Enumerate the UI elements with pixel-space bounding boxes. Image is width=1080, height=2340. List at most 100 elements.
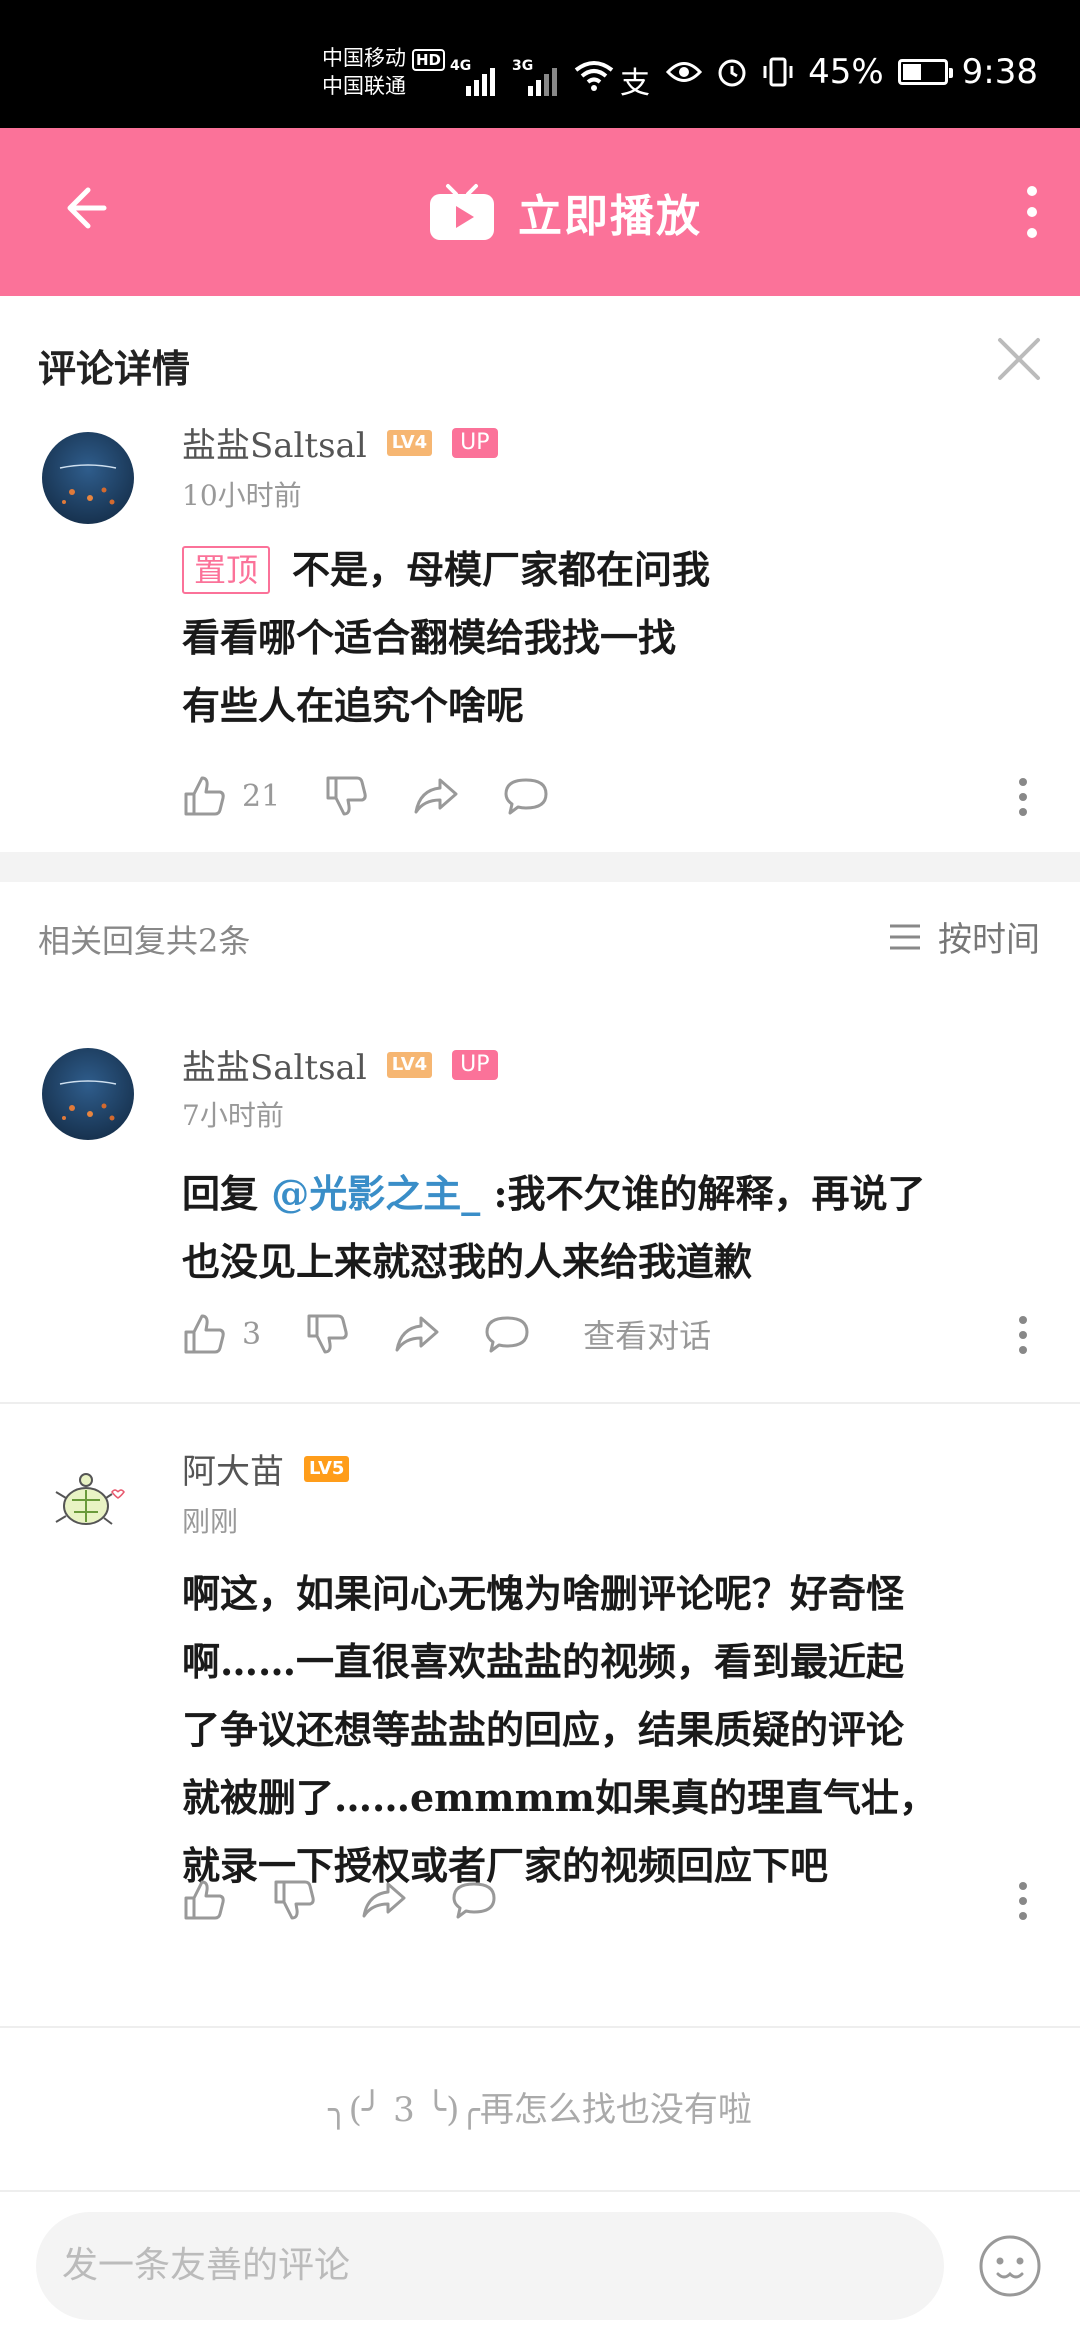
sort-label: 按时间 bbox=[938, 920, 1040, 960]
thumbs-up-icon bbox=[184, 776, 225, 816]
mention-link[interactable]: @光影之主_ bbox=[271, 1171, 480, 1216]
username-row: 盐盐Saltsal LV4 UP bbox=[182, 418, 498, 467]
more-options-icon[interactable] bbox=[1026, 186, 1038, 238]
reply-line: 啊……一直很喜欢盐盐的视频，看到最近起 bbox=[182, 1639, 905, 1684]
reply-item: 盐盐Saltsal LV4 UP 7小时前 回复 @光影之主_ :我不欠谁的解释… bbox=[0, 1040, 1080, 1400]
hd-badge: HD bbox=[412, 49, 446, 71]
comment-line: 置顶 不是，母模厂家都在问我 bbox=[182, 536, 1042, 604]
replies-count: 相关回复共2条 bbox=[38, 922, 251, 960]
comment-line: 有些人在追究个啥呢 bbox=[182, 683, 525, 728]
level-badge: LV4 bbox=[386, 429, 433, 456]
up-badge: UP bbox=[452, 1049, 498, 1080]
thumbs-down-icon bbox=[307, 1314, 348, 1354]
like-button[interactable] bbox=[180, 1872, 228, 1928]
share-arrow-icon bbox=[362, 1882, 406, 1918]
thumbs-down-icon bbox=[274, 1880, 315, 1920]
thumbs-down-icon bbox=[326, 776, 367, 816]
alipay-icon: 支 bbox=[620, 66, 650, 101]
comment-body: 置顶 不是，母模厂家都在问我 看看哪个适合翻模给我找一找 有些人在追究个啥呢 bbox=[182, 536, 1042, 740]
avatar[interactable] bbox=[42, 1460, 134, 1552]
battery-percent: 45% bbox=[808, 52, 884, 92]
share-arrow-icon bbox=[414, 778, 458, 814]
reply-prefix: 回复 bbox=[182, 1171, 272, 1216]
reply-divider bbox=[0, 2026, 1080, 2028]
reply-button[interactable] bbox=[450, 1872, 498, 1928]
carrier-names: 中国移动 中国联通 bbox=[322, 44, 406, 100]
end-of-list-tip: ╮(╯ 3 ╰)╭再怎么找也没有啦 bbox=[328, 2090, 752, 2130]
dislike-button[interactable] bbox=[270, 1872, 318, 1928]
reply-line: 也没见上来就怼我的人来给我道歉 bbox=[182, 1239, 753, 1284]
username[interactable]: 盐盐Saltsal bbox=[182, 418, 367, 467]
vibrate-icon bbox=[763, 57, 793, 87]
share-button[interactable] bbox=[412, 768, 460, 824]
status-bar: 中国移动 中国联通 HD 4G 3G 支 45% 9:38 bbox=[0, 0, 1080, 128]
chat-bubble-icon bbox=[504, 778, 548, 815]
username-row: 阿大苗 LV5 bbox=[182, 1444, 350, 1493]
comment-input[interactable]: 发一条友善的评论 bbox=[36, 2212, 944, 2320]
comment-actions: 21 bbox=[180, 768, 592, 824]
chat-bubble-icon bbox=[485, 1316, 529, 1353]
reply-more-icon[interactable] bbox=[1018, 1882, 1028, 1922]
reply-line: 就被删了……emmmm如果真的理直气壮， bbox=[182, 1775, 938, 1820]
reply-line: 了争议还想等盐盐的回应，结果质疑的评论 bbox=[182, 1707, 905, 1752]
reply-line: 啊这，如果问心无愧为啥删评论呢？好奇怪 bbox=[182, 1571, 905, 1616]
level-badge: LV5 bbox=[304, 1455, 350, 1482]
back-arrow-icon[interactable] bbox=[52, 176, 116, 240]
username-row: 盐盐Saltsal LV4 UP bbox=[182, 1040, 498, 1089]
share-button[interactable] bbox=[360, 1872, 408, 1928]
battery-icon bbox=[897, 59, 953, 85]
reply-button[interactable] bbox=[502, 768, 550, 824]
reply-text: :我不欠谁的解释，再说了 bbox=[480, 1171, 926, 1216]
thumbs-up-icon bbox=[184, 1880, 225, 1920]
main-comment: 盐盐Saltsal LV4 UP 10小时前 置顶 不是，母模厂家都在问我 看看哪… bbox=[0, 426, 1080, 852]
comment-time: 10小时前 bbox=[182, 479, 302, 512]
up-badge: UP bbox=[452, 427, 498, 458]
comment-input-bar: 发一条友善的评论 bbox=[0, 2190, 1080, 2340]
page-title: 评论详情 bbox=[38, 346, 191, 391]
play-now-button[interactable]: 立即播放 bbox=[428, 180, 702, 244]
app-bar: 立即播放 bbox=[0, 128, 1080, 296]
like-count: 3 bbox=[242, 1316, 262, 1352]
reply-button[interactable] bbox=[483, 1306, 531, 1362]
carrier-1: 中国移动 bbox=[322, 46, 406, 70]
play-now-label: 立即播放 bbox=[518, 191, 702, 242]
like-button[interactable]: 21 bbox=[180, 768, 280, 824]
dislike-button[interactable] bbox=[322, 768, 370, 824]
reply-divider bbox=[0, 1402, 1080, 1404]
share-button[interactable] bbox=[393, 1306, 441, 1362]
reply-time: 7小时前 bbox=[182, 1099, 284, 1132]
like-count: 21 bbox=[242, 778, 281, 814]
emoji-icon[interactable] bbox=[978, 2234, 1042, 2298]
reply-line: 回复 @光影之主_ :我不欠谁的解释，再说了 bbox=[182, 1160, 1042, 1228]
share-arrow-icon bbox=[395, 1316, 439, 1352]
reply-time: 刚刚 bbox=[182, 1505, 239, 1538]
wifi-icon bbox=[574, 61, 614, 91]
sort-list-icon bbox=[890, 924, 920, 949]
sort-by-time-button[interactable]: 按时间 bbox=[888, 912, 1040, 961]
status-right: 45% 9:38 bbox=[666, 52, 1038, 92]
avatar[interactable] bbox=[42, 432, 134, 524]
view-conversation-link[interactable]: 查看对话 bbox=[583, 1311, 711, 1357]
reply-actions bbox=[180, 1872, 540, 1928]
eye-icon bbox=[666, 62, 703, 82]
comment-more-icon[interactable] bbox=[1018, 778, 1028, 818]
reply-body: 回复 @光影之主_ :我不欠谁的解释，再说了 也没见上来就怼我的人来给我道歉 bbox=[182, 1160, 1042, 1296]
tv-play-icon bbox=[430, 184, 494, 240]
avatar[interactable] bbox=[42, 1048, 134, 1140]
thumbs-up-icon bbox=[184, 1314, 225, 1354]
comment-detail-header: 评论详情 bbox=[0, 296, 1080, 432]
chat-bubble-icon bbox=[452, 1882, 496, 1919]
section-divider bbox=[0, 852, 1080, 882]
reply-body: 啊这，如果问心无愧为啥删评论呢？好奇怪 啊……一直很喜欢盐盐的视频，看到最近起 … bbox=[182, 1560, 1042, 1900]
alarm-icon bbox=[718, 59, 746, 87]
comment-line-text: 不是，母模厂家都在问我 bbox=[292, 547, 711, 592]
username[interactable]: 盐盐Saltsal bbox=[182, 1040, 367, 1089]
dislike-button[interactable] bbox=[303, 1306, 351, 1362]
pinned-badge: 置顶 bbox=[182, 546, 271, 594]
level-badge: LV4 bbox=[386, 1051, 433, 1078]
close-icon[interactable] bbox=[994, 334, 1044, 384]
reply-more-icon[interactable] bbox=[1018, 1316, 1028, 1356]
comment-line: 看看哪个适合翻模给我找一找 bbox=[182, 615, 677, 660]
like-button[interactable]: 3 bbox=[180, 1306, 261, 1362]
username[interactable]: 阿大苗 bbox=[182, 1444, 284, 1493]
